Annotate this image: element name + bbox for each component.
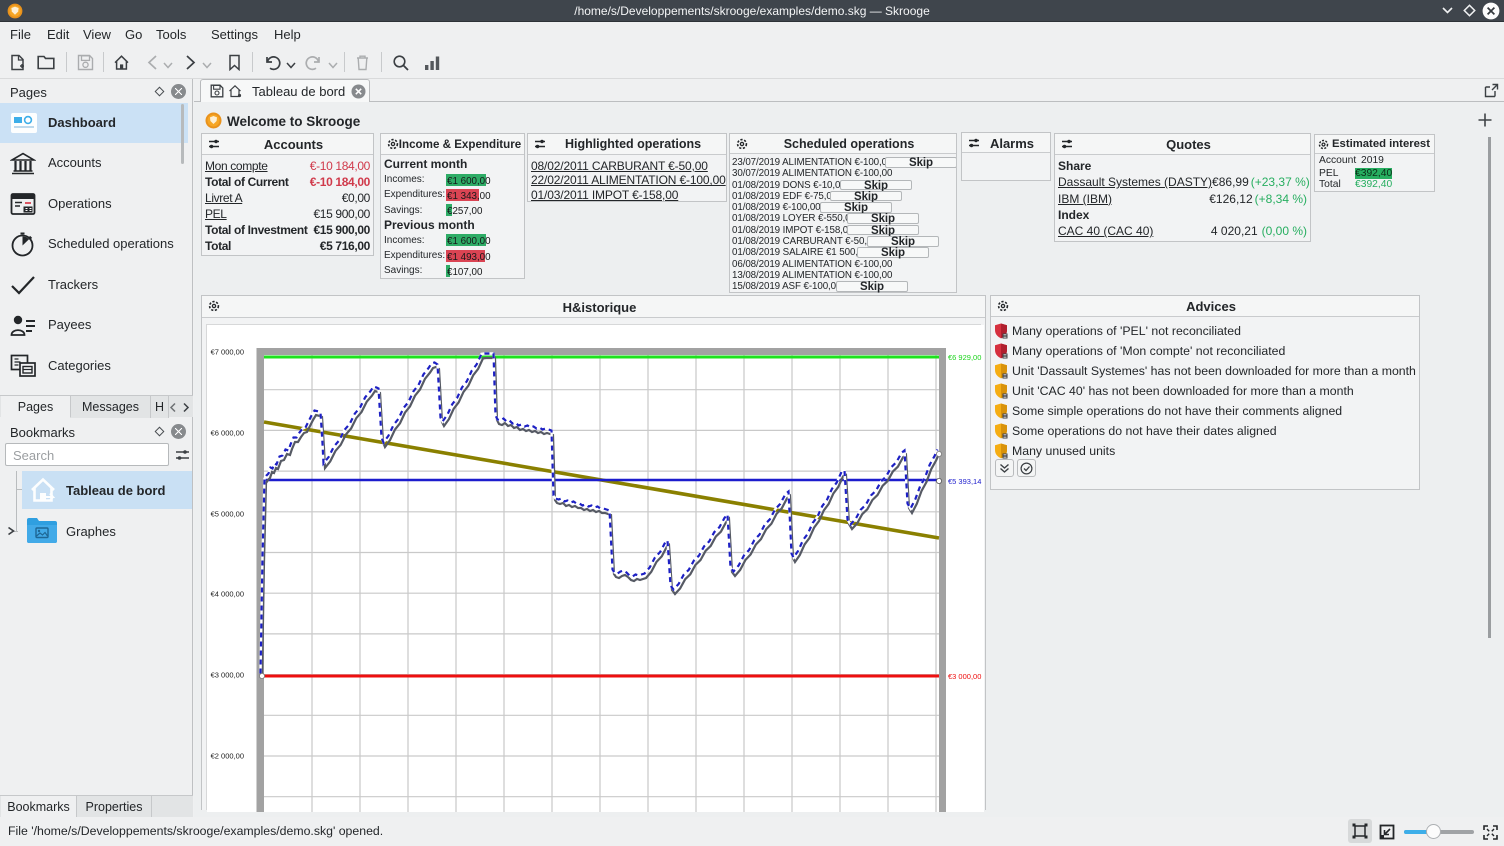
svg-text:€7 000,00: €7 000,00 (211, 348, 244, 357)
svg-text:€5 393,14: €5 393,14 (948, 477, 981, 486)
svg-text:€6 000,00: €6 000,00 (211, 429, 244, 438)
svg-text:€6 929,00: €6 929,00 (948, 353, 981, 362)
svg-text:€3 000,00: €3 000,00 (948, 672, 981, 681)
svg-text:€2 000,00: €2 000,00 (211, 752, 244, 761)
svg-text:€5 000,00: €5 000,00 (211, 510, 244, 519)
svg-text:€4 000,00: €4 000,00 (211, 590, 244, 599)
svg-text:€3 000,00: €3 000,00 (211, 671, 244, 680)
